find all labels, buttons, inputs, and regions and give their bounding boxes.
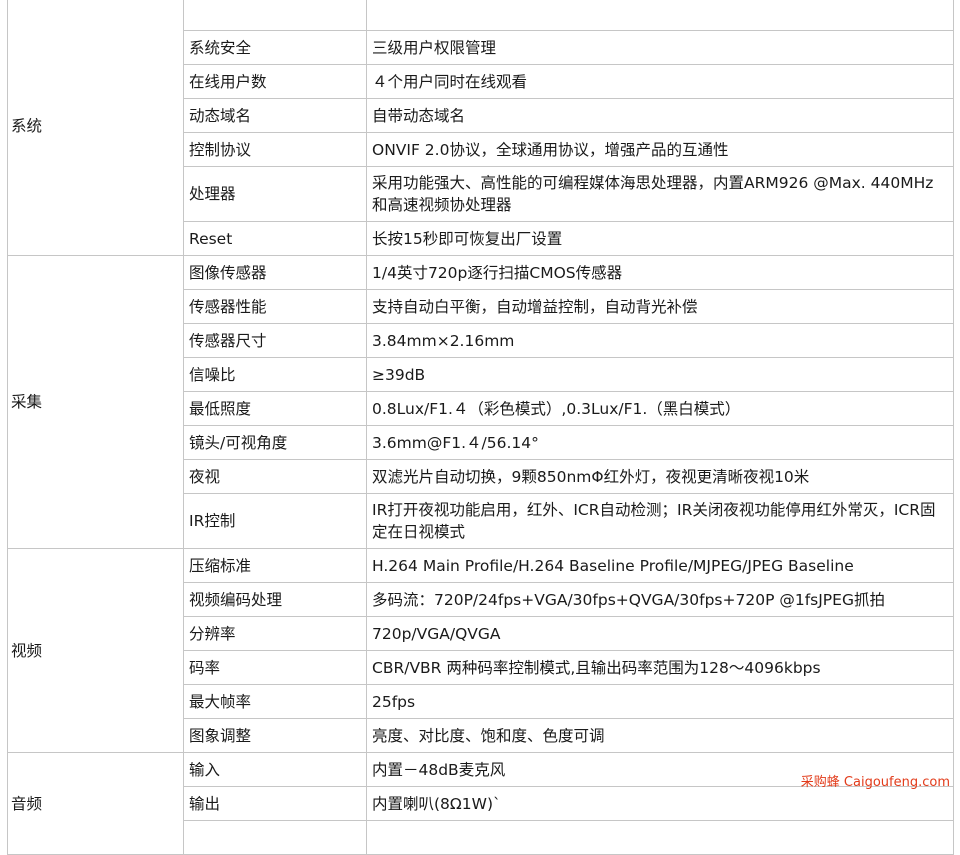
group-label: 采集	[7, 255, 184, 549]
param-value: CBR/VBR 两种码率控制模式,且输出码率范围为128～4096kbps	[366, 650, 954, 685]
param-value: 长按15秒即可恢复出厂设置	[366, 221, 954, 256]
param-value	[366, 0, 954, 31]
spec-table-body: 系统 系统安全 三级用户权限管理 在线用户数 ４个用户同时在线观看 动态域名 自带动态域名控…	[7, 0, 954, 855]
param-name: 输出	[183, 786, 367, 821]
param-value: 内置喇叭(8Ω1W)`	[366, 786, 954, 821]
param-name: Reset	[183, 221, 367, 256]
param-name: 图象调整	[183, 718, 367, 753]
param-name: 信噪比	[183, 357, 367, 392]
spec-row: 视频 压缩标准 H.264 Main Profile/H.264 Baseline …	[7, 548, 954, 753]
param-value: 720p/VGA/QVGA	[366, 616, 954, 651]
param-name: IR控制	[183, 493, 367, 549]
param-name: 分辨率	[183, 616, 367, 651]
param-value: IR打开夜视功能启用，红外、ICR自动检测；IR关闭夜视功能停用红外常灭，ICR…	[366, 493, 954, 549]
param-name	[183, 0, 367, 31]
param-value: 3.6mm@F1.４/56.14°	[366, 425, 954, 460]
group-label: 音频	[7, 752, 184, 855]
param-name: 压缩标准	[183, 548, 367, 583]
param-value: 多码流：720P/24fps+VGA/30fps+QVGA/30fps+720P…	[366, 582, 954, 617]
param-name: 最低照度	[183, 391, 367, 426]
param-value: 3.84mm×2.16mm	[366, 323, 954, 358]
param-value: 三级用户权限管理	[366, 30, 954, 65]
watermark: 采购蜂 Caigoufeng.com	[801, 771, 950, 790]
param-name: 码率	[183, 650, 367, 685]
param-value: 1/4英寸720p逐行扫描CMOS传感器	[366, 255, 954, 290]
param-name: 夜视	[183, 459, 367, 494]
param-value	[366, 820, 954, 855]
param-value: 支持自动白平衡，自动增益控制，自动背光补偿	[366, 289, 954, 324]
param-name: 图像传感器	[183, 255, 367, 290]
param-name	[183, 820, 367, 855]
param-name: 传感器性能	[183, 289, 367, 324]
param-value: ONVIF 2.0协议，全球通用协议，增强产品的互通性	[366, 132, 954, 167]
group-label: 系统	[7, 0, 184, 256]
spec-table: 系统 系统安全 三级用户权限管理 在线用户数 ４个用户同时在线观看 动态域名 自带动态域名控…	[7, 0, 954, 855]
param-name: 视频编码处理	[183, 582, 367, 617]
param-value: 双滤光片自动切换，9颗850nmΦ红外灯，夜视更清晰夜视10米	[366, 459, 954, 494]
param-name: 处理器	[183, 166, 367, 222]
param-value: 0.8Lux/F1.４（彩色模式）,0.3Lux/F1.（黑白模式）	[366, 391, 954, 426]
spec-row: 采集 图像传感器 1/4英寸720p逐行扫描CMOS传感器	[7, 255, 954, 549]
param-value: 自带动态域名	[366, 98, 954, 133]
group-label: 视频	[7, 548, 184, 753]
param-value: 25fps	[366, 684, 954, 719]
param-value: ≥39dB	[366, 357, 954, 392]
param-name: 系统安全	[183, 30, 367, 65]
watermark-cn: 采购蜂	[800, 775, 840, 790]
param-value: ４个用户同时在线观看	[366, 64, 954, 99]
param-value: 采用功能强大、高性能的可编程媒体海思处理器，内置ARM926 @Max. 440…	[366, 166, 954, 222]
spec-row: 系统	[7, 0, 954, 256]
watermark-en: Caigoufeng.com	[843, 775, 950, 790]
param-name: 动态域名	[183, 98, 367, 133]
param-name: 最大帧率	[183, 684, 367, 719]
param-name: 镜头/可视角度	[183, 425, 367, 460]
param-name: 输入	[183, 752, 367, 787]
param-value: H.264 Main Profile/H.264 Baseline Profil…	[366, 548, 954, 583]
param-name: 控制协议	[183, 132, 367, 167]
param-name: 在线用户数	[183, 64, 367, 99]
param-value: 亮度、对比度、饱和度、色度可调	[366, 718, 954, 753]
param-name: 传感器尺寸	[183, 323, 367, 358]
